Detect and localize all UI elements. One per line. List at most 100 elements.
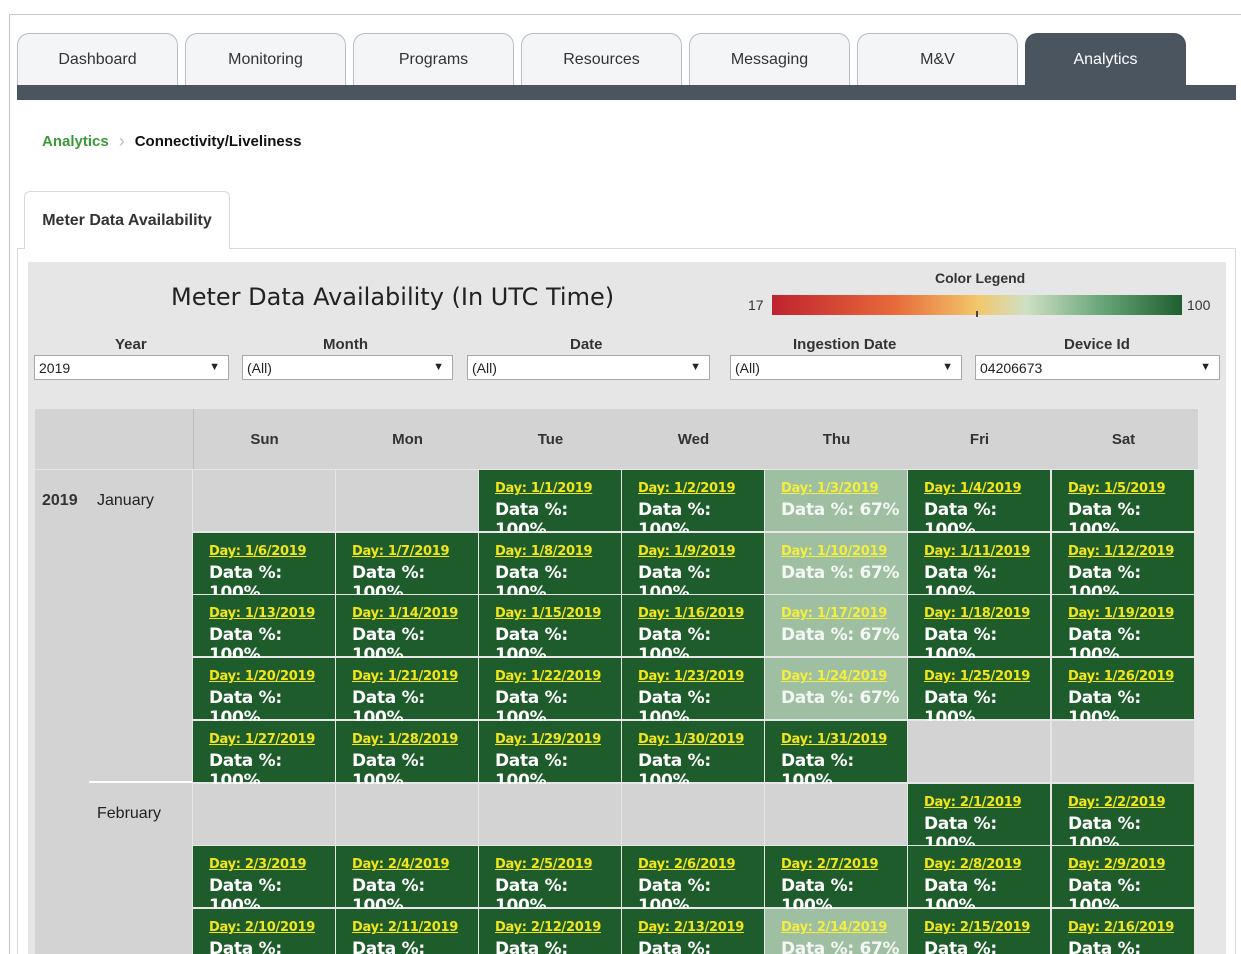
- day-link[interactable]: Day: 1/19/2019: [1068, 606, 1174, 621]
- day-link[interactable]: Day: 1/22/2019: [495, 669, 601, 684]
- calendar-day-cell[interactable]: Day: 1/13/2019 Data %: 100%: [193, 595, 335, 665]
- day-link[interactable]: Day: 2/12/2019: [495, 920, 601, 935]
- calendar-day-cell[interactable]: Day: 1/11/2019 Data %: 100%: [908, 533, 1050, 603]
- calendar-day-cell[interactable]: Day: 2/16/2019 Data %: 100%: [1052, 909, 1194, 954]
- calendar-day-cell[interactable]: Day: 2/5/2019 Data %: 100%: [479, 846, 621, 916]
- calendar-day-cell[interactable]: Day: 1/7/2019 Data %: 100%: [336, 533, 478, 603]
- calendar-day-cell[interactable]: Day: 2/13/2019 Data %: 100%: [622, 909, 764, 954]
- calendar-day-cell[interactable]: Day: 1/19/2019 Data %: 100%: [1052, 595, 1194, 665]
- calendar-day-cell[interactable]: Day: 1/30/2019 Data %: 100%: [622, 721, 764, 791]
- day-link[interactable]: Day: 1/27/2019: [209, 732, 315, 747]
- day-link[interactable]: Day: 2/6/2019: [638, 857, 736, 872]
- calendar-day-cell[interactable]: Day: 2/8/2019 Data %: 100%: [908, 846, 1050, 916]
- day-link[interactable]: Day: 1/29/2019: [495, 732, 601, 747]
- calendar-day-cell[interactable]: Day: 2/7/2019 Data %: 100%: [765, 846, 907, 916]
- calendar-day-cell[interactable]: Day: 2/10/2019 Data %: 100%: [193, 909, 335, 954]
- calendar-day-cell[interactable]: Day: 1/1/2019 Data %: 100%: [479, 470, 621, 540]
- calendar-day-cell[interactable]: Day: 1/5/2019 Data %: 100%: [1052, 470, 1194, 540]
- calendar-day-cell[interactable]: Day: 1/4/2019 Data %: 100%: [908, 470, 1050, 540]
- day-link[interactable]: Day: 2/5/2019: [495, 857, 593, 872]
- calendar-day-cell[interactable]: Day: 1/16/2019 Data %: 100%: [622, 595, 764, 665]
- day-link[interactable]: Day: 1/1/2019: [495, 481, 593, 496]
- calendar-day-cell[interactable]: Day: 2/4/2019 Data %: 100%: [336, 846, 478, 916]
- calendar-day-cell[interactable]: Day: 2/11/2019 Data %: 100%: [336, 909, 478, 954]
- day-link[interactable]: Day: 1/2/2019: [638, 481, 736, 496]
- calendar-day-cell[interactable]: Day: 2/14/2019 Data %: 67%: [765, 909, 907, 954]
- day-link[interactable]: Day: 2/1/2019: [924, 795, 1022, 810]
- calendar-day-cell[interactable]: Day: 1/26/2019 Data %: 100%: [1052, 658, 1194, 728]
- weekday-header-sun: Sun: [250, 431, 279, 448]
- day-link[interactable]: Day: 1/5/2019: [1068, 481, 1166, 496]
- day-link[interactable]: Day: 1/28/2019: [352, 732, 458, 747]
- weekday-header-fri: Fri: [969, 431, 990, 448]
- day-link[interactable]: Day: 1/10/2019: [781, 544, 887, 559]
- day-link[interactable]: Day: 2/8/2019: [924, 857, 1022, 872]
- calendar-day-cell[interactable]: Day: 1/10/2019 Data %: 67%: [765, 533, 907, 594]
- day-link[interactable]: Day: 1/6/2019: [209, 544, 307, 559]
- day-link[interactable]: Day: 1/13/2019: [209, 606, 315, 621]
- calendar-day-cell[interactable]: Day: 2/1/2019 Data %: 100%: [908, 784, 1050, 854]
- calendar-day-cell[interactable]: Day: 1/17/2019 Data %: 67%: [765, 595, 907, 656]
- calendar-day-cell[interactable]: Day: 1/15/2019 Data %: 100%: [479, 595, 621, 665]
- day-link[interactable]: Day: 1/14/2019: [352, 606, 458, 621]
- day-link[interactable]: Day: 1/17/2019: [781, 606, 887, 621]
- calendar-day-cell[interactable]: Day: 2/9/2019 Data %: 100%: [1052, 846, 1194, 916]
- calendar-day-cell[interactable]: Day: 1/12/2019 Data %: 100%: [1052, 533, 1194, 603]
- calendar-day-cell[interactable]: Day: 2/6/2019 Data %: 100%: [622, 846, 764, 916]
- day-link[interactable]: Day: 1/30/2019: [638, 732, 744, 747]
- day-link[interactable]: Day: 1/15/2019: [495, 606, 601, 621]
- weekday-header-sat: Sat: [1111, 431, 1136, 448]
- day-link[interactable]: Day: 1/4/2019: [924, 481, 1022, 496]
- day-link[interactable]: Day: 2/9/2019: [1068, 857, 1166, 872]
- calendar-cell-empty: [336, 470, 478, 531]
- day-link[interactable]: Day: 1/9/2019: [638, 544, 736, 559]
- calendar-day-cell[interactable]: Day: 2/3/2019 Data %: 100%: [193, 846, 335, 916]
- calendar-day-cell[interactable]: Day: 2/12/2019 Data %: 100%: [479, 909, 621, 954]
- calendar-day-cell[interactable]: Day: 1/8/2019 Data %: 100%: [479, 533, 621, 603]
- day-link[interactable]: Day: 2/3/2019: [209, 857, 307, 872]
- calendar-day-cell[interactable]: Day: 1/3/2019 Data %: 67%: [765, 470, 907, 531]
- calendar-day-cell[interactable]: Day: 1/20/2019 Data %: 100%: [193, 658, 335, 728]
- day-link[interactable]: Day: 2/10/2019: [209, 920, 315, 935]
- day-link[interactable]: Day: 2/4/2019: [352, 857, 450, 872]
- calendar-day-cell[interactable]: Day: 1/25/2019 Data %: 100%: [908, 658, 1050, 728]
- day-link[interactable]: Day: 1/20/2019: [209, 669, 315, 684]
- day-link[interactable]: Day: 2/14/2019: [781, 920, 887, 935]
- calendar-day-cell[interactable]: Day: 1/23/2019 Data %: 100%: [622, 658, 764, 728]
- calendar-day-cell[interactable]: Day: 1/31/2019 Data %: 100%: [765, 721, 907, 791]
- day-link[interactable]: Day: 1/24/2019: [781, 669, 887, 684]
- calendar-day-cell[interactable]: Day: 2/2/2019 Data %: 100%: [1052, 784, 1194, 854]
- day-link[interactable]: Day: 1/25/2019: [924, 669, 1030, 684]
- day-link[interactable]: Day: 1/12/2019: [1068, 544, 1174, 559]
- day-link[interactable]: Day: 2/2/2019: [1068, 795, 1166, 810]
- day-link[interactable]: Day: 2/16/2019: [1068, 920, 1174, 935]
- day-link[interactable]: Day: 1/23/2019: [638, 669, 744, 684]
- day-link[interactable]: Day: 1/18/2019: [924, 606, 1030, 621]
- tab-meter-data-availability[interactable]: Meter Data Availability: [24, 191, 230, 249]
- day-link[interactable]: Day: 1/8/2019: [495, 544, 593, 559]
- calendar-day-cell[interactable]: Day: 1/14/2019 Data %: 100%: [336, 595, 478, 665]
- calendar-day-cell[interactable]: Day: 1/22/2019 Data %: 100%: [479, 658, 621, 728]
- day-link[interactable]: Day: 2/13/2019: [638, 920, 744, 935]
- day-link[interactable]: Day: 2/7/2019: [781, 857, 879, 872]
- day-link[interactable]: Day: 1/21/2019: [352, 669, 458, 684]
- day-link[interactable]: Day: 1/7/2019: [352, 544, 450, 559]
- day-link[interactable]: Day: 2/15/2019: [924, 920, 1030, 935]
- calendar-day-cell[interactable]: Day: 1/27/2019 Data %: 100%: [193, 721, 335, 791]
- calendar-day-cell[interactable]: Day: 1/29/2019 Data %: 100%: [479, 721, 621, 791]
- day-link[interactable]: Day: 1/3/2019: [781, 481, 879, 496]
- day-link[interactable]: Day: 1/11/2019: [924, 544, 1030, 559]
- day-link[interactable]: Day: 1/31/2019: [781, 732, 887, 747]
- calendar-day-cell[interactable]: Day: 1/9/2019 Data %: 100%: [622, 533, 764, 603]
- calendar-day-cell[interactable]: Day: 1/28/2019 Data %: 100%: [336, 721, 478, 791]
- calendar-day-cell[interactable]: Day: 1/6/2019 Data %: 100%: [193, 533, 335, 603]
- day-link[interactable]: Day: 1/16/2019: [638, 606, 744, 621]
- calendar-day-cell[interactable]: Day: 1/21/2019 Data %: 100%: [336, 658, 478, 728]
- day-link[interactable]: Day: 1/26/2019: [1068, 669, 1174, 684]
- calendar-day-cell[interactable]: Day: 2/15/2019 Data %: 100%: [908, 909, 1050, 954]
- calendar-day-cell[interactable]: Day: 1/18/2019 Data %: 100%: [908, 595, 1050, 665]
- day-link[interactable]: Day: 2/11/2019: [352, 920, 458, 935]
- calendar-day-cell[interactable]: Day: 1/2/2019 Data %: 100%: [622, 470, 764, 540]
- data-percent-value: Data %: 100%: [924, 939, 997, 954]
- calendar-day-cell[interactable]: Day: 1/24/2019 Data %: 67%: [765, 658, 907, 719]
